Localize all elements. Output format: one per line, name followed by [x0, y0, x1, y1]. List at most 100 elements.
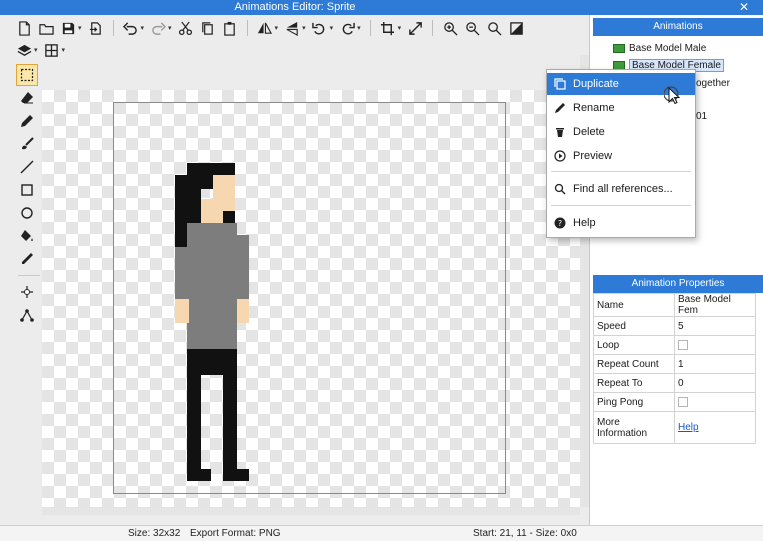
drawing-canvas[interactable]: [42, 90, 580, 507]
ping-pong-checkbox[interactable]: [678, 396, 688, 407]
status-bar: Size: 32x32 Export Format: PNG Start: 21…: [0, 525, 763, 541]
cut-icon[interactable]: [178, 20, 194, 36]
zoom-reset-icon[interactable]: [486, 20, 502, 36]
property-loop-cell: [674, 335, 756, 355]
zoom-in-icon[interactable]: [442, 20, 458, 36]
property-repeat-count-label: Repeat Count: [593, 354, 675, 374]
crop-dropdown-icon[interactable]: ▾: [398, 24, 402, 32]
duplicate-icon: [547, 78, 573, 90]
status-size: Size: 32x32: [128, 528, 181, 539]
paste-icon[interactable]: [222, 20, 238, 36]
sprite-image: [175, 163, 249, 481]
undo-dropdown-icon[interactable]: ▾: [141, 24, 145, 32]
rotate-left-icon[interactable]: [312, 20, 328, 36]
property-speed-value[interactable]: 5: [674, 316, 756, 336]
animation-item-partial[interactable]: ogether: [696, 76, 730, 91]
menu-item-delete[interactable]: Delete: [547, 121, 695, 143]
new-file-icon[interactable]: [16, 20, 32, 36]
undo-icon[interactable]: [123, 20, 139, 36]
pivot-icon[interactable]: [16, 281, 38, 303]
animation-label: ogether: [696, 78, 730, 89]
fill-icon[interactable]: [16, 225, 38, 247]
fit-icon[interactable]: [508, 20, 524, 36]
sprite-frame[interactable]: [113, 102, 506, 494]
menu-item-label: Preview: [573, 150, 613, 162]
rotate-right-icon[interactable]: [339, 20, 355, 36]
save-icon[interactable]: [60, 20, 76, 36]
zoom-out-icon[interactable]: [464, 20, 480, 36]
export-icon[interactable]: [88, 20, 104, 36]
tool-strip: [16, 64, 42, 519]
property-repeat-count-value[interactable]: 1: [674, 354, 756, 374]
mouse-cursor-icon: [664, 86, 681, 105]
property-row: Loop: [593, 335, 756, 355]
line-icon[interactable]: [16, 156, 38, 178]
open-folder-icon[interactable]: [38, 20, 54, 36]
status-selection: Start: 21, 11 - Size: 0x0: [473, 528, 577, 539]
search-icon: [547, 183, 573, 195]
menu-item-find-references[interactable]: Find all references...: [547, 178, 695, 200]
resize-icon[interactable]: [407, 20, 423, 36]
property-more-info-label: More Information: [593, 411, 675, 444]
main-toolbar: ▾ ▾ ▾ ▾ ▾ ▾ ▾ ▾: [16, 18, 524, 38]
grid-dropdown-icon[interactable]: ▾: [62, 46, 66, 54]
property-row: Ping Pong: [593, 392, 756, 412]
crop-icon[interactable]: [380, 20, 396, 36]
ellipse-icon[interactable]: [16, 202, 38, 224]
flip-vertical-icon[interactable]: [284, 20, 300, 36]
property-name-value[interactable]: Base Model Fem: [674, 293, 756, 317]
status-export-format: Export Format: PNG: [190, 528, 281, 539]
brush-icon[interactable]: [16, 133, 38, 155]
property-loop-label: Loop: [593, 335, 675, 355]
menu-item-preview[interactable]: Preview: [547, 145, 695, 167]
property-ping-pong-cell: [674, 392, 756, 412]
rotate-left-dropdown-icon[interactable]: ▾: [330, 24, 334, 32]
layers-dropdown-icon[interactable]: ▾: [34, 46, 38, 54]
animation-item-base-model-male[interactable]: Base Model Male: [613, 41, 706, 56]
flip-vertical-dropdown-icon[interactable]: ▾: [302, 24, 306, 32]
rotate-right-dropdown-icon[interactable]: ▾: [357, 24, 361, 32]
menu-item-help[interactable]: ? Help: [547, 212, 695, 234]
menu-item-label: Find all references...: [573, 183, 673, 195]
title-bar: Animations Editor: Sprite ✕: [0, 0, 763, 15]
menu-item-label: Rename: [573, 102, 615, 114]
menu-divider: [551, 205, 691, 206]
secondary-toolbar: ▾ ▾: [16, 40, 65, 60]
menu-divider: [551, 171, 691, 172]
property-repeat-to-label: Repeat To: [593, 373, 675, 393]
property-row: More Information Help: [593, 411, 756, 444]
flip-dropdown-icon[interactable]: ▾: [275, 24, 279, 32]
property-repeat-to-value[interactable]: 0: [674, 373, 756, 393]
select-icon[interactable]: [16, 64, 38, 86]
menu-item-label: Duplicate: [573, 78, 619, 90]
layers-icon[interactable]: [16, 42, 32, 58]
property-row: Speed 5: [593, 316, 756, 336]
property-row: Repeat Count 1: [593, 354, 756, 374]
redo-icon[interactable]: [150, 20, 166, 36]
toolbar-divider: [432, 20, 434, 36]
toolbar-divider: [369, 20, 371, 36]
rename-icon: [547, 102, 573, 114]
eraser-icon[interactable]: [16, 87, 38, 109]
help-icon: ?: [547, 217, 573, 229]
horizontal-scrollbar[interactable]: [42, 507, 580, 515]
copy-icon[interactable]: [200, 20, 216, 36]
save-dropdown-icon[interactable]: ▾: [78, 24, 82, 32]
grid-icon[interactable]: [44, 42, 60, 58]
redo-dropdown-icon[interactable]: ▾: [168, 24, 172, 32]
close-icon[interactable]: ✕: [739, 0, 749, 14]
animation-swatch-icon: [613, 44, 625, 53]
points-icon[interactable]: [16, 304, 38, 326]
window-title: Animations Editor: Sprite: [234, 1, 356, 13]
loop-checkbox[interactable]: [678, 339, 688, 350]
animation-item-partial[interactable]: 01: [696, 109, 707, 124]
flip-horizontal-icon[interactable]: [257, 20, 273, 36]
property-row: Name Base Model Fem: [593, 293, 756, 317]
help-link[interactable]: Help: [678, 422, 699, 433]
rectangle-icon[interactable]: [16, 179, 38, 201]
pencil-icon[interactable]: [16, 110, 38, 132]
property-ping-pong-label: Ping Pong: [593, 392, 675, 412]
color-picker-icon[interactable]: [16, 248, 38, 270]
tool-divider: [18, 275, 40, 276]
property-row: Repeat To 0: [593, 373, 756, 393]
